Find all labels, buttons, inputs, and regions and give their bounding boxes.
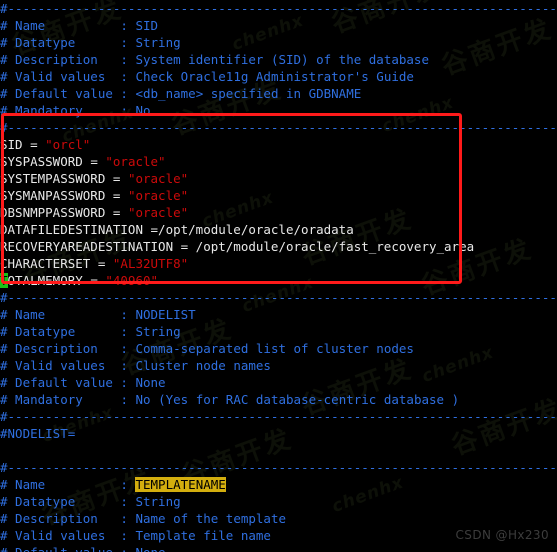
config-value: "oracle" <box>105 154 166 169</box>
comment-label: # Mandatory <box>0 392 83 407</box>
comment-separator-line: #---------------------------------------… <box>0 459 557 476</box>
comment-separator-line: #---------------------------------------… <box>0 408 557 425</box>
config-key: SYSTEMPASSWORD <box>0 171 106 186</box>
config-key: CHARACTERSET <box>0 256 91 271</box>
comment-line-mandatory: # Mandatory : No (Yes for RAC database-c… <box>0 392 460 407</box>
config-key: RECOVERYAREADESTINATION <box>0 239 174 254</box>
comment-label: # Description <box>0 341 98 356</box>
comment-line-valid-values: # Valid values : Check Oracle11g Adminis… <box>0 69 414 84</box>
comment-label: # Default value <box>0 545 113 552</box>
config-value: "orcl" <box>45 137 91 152</box>
comment-line-datatype: # Datatype : String <box>0 35 181 50</box>
comment-value: No (Yes for RAC database-centric databas… <box>135 392 460 407</box>
comment-line-default-value: # Default value : None <box>0 544 557 552</box>
comment-value: None <box>135 545 165 552</box>
config-key: OTALMEMORY <box>7 273 83 288</box>
config-line-sid[interactable]: SID = "orcl" <box>0 136 557 153</box>
config-value: "AL32UTF8" <box>112 256 189 271</box>
comment-line-datatype: # Datatype : String <box>0 494 181 509</box>
comment-label: # Valid values <box>0 69 106 84</box>
comment-line-description: # Description : Name of the template <box>0 511 286 526</box>
comment-label: # Datatype <box>0 35 76 50</box>
config-line-datafiledestination[interactable]: DATAFILEDESTINATION =/opt/module/oracle/… <box>0 221 557 238</box>
config-value: "40960" <box>105 273 159 288</box>
comment-line-name: # Name : SID <box>0 17 557 34</box>
config-line-characterset[interactable]: CHARACTERSET = "AL32UTF8" <box>0 255 557 272</box>
comment-label: # Default value <box>0 375 113 390</box>
comment-separator-line: #---------------------------------------… <box>0 0 557 17</box>
comment-value: System identifier (SID) of the database <box>135 52 429 67</box>
config-line-systempassword[interactable]: SYSTEMPASSWORD = "oracle" <box>0 170 557 187</box>
comment-value: <db_name> specified in GDBNAME <box>135 86 362 101</box>
comment-line-default-value: # Default value : <db_name> specified in… <box>0 86 362 101</box>
config-key: SID <box>0 137 23 152</box>
terminal-window: 谷商开发 chenhx 谷商开发 chenhx 谷商开发 chenhx 谷商开发… <box>0 0 557 552</box>
config-equals: = <box>22 137 46 152</box>
config-line-sysmanpassword[interactable]: SYSMANPASSWORD = "oracle" <box>0 187 557 204</box>
comment-value: SID <box>135 18 159 33</box>
comment-value: No <box>135 103 151 118</box>
comment-line-valid-values: # Valid values : Cluster node names <box>0 358 271 373</box>
comment-value: Cluster node names <box>135 358 271 373</box>
config-key: SYSMANPASSWORD <box>0 188 106 203</box>
config-line-recoveryareadestination[interactable]: RECOVERYAREADESTINATION = /opt/module/or… <box>0 238 557 255</box>
comment-value: Name of the template <box>135 511 286 526</box>
comment-line-description: # Description : System identifier (SID) … <box>0 52 429 67</box>
comment-value: NODELIST <box>135 307 196 322</box>
comment-label: # Datatype <box>0 494 76 509</box>
comment-label: # Valid values <box>0 358 106 373</box>
config-value: "oracle" <box>127 205 189 220</box>
comment-separator-line: #---------------------------------------… <box>0 119 557 136</box>
config-line-totalmemory[interactable]: TOTALMEMORY = "40960" <box>0 272 557 289</box>
comment-line-datatype: # Datatype : String <box>0 324 181 339</box>
comment-line-default-value: # Default value : None <box>0 375 166 390</box>
comment-line-name: # Name : NODELIST <box>0 307 196 322</box>
config-key: DBSNMPPASSWORD <box>0 205 106 220</box>
comment-label: # Valid values <box>0 528 106 543</box>
search-match-highlight: TEMPLATENAME <box>135 477 226 492</box>
comment-label: # Mandatory <box>0 103 83 118</box>
comment-value: String <box>135 494 181 509</box>
comment-value: String <box>135 324 181 339</box>
comment-label: # Name <box>0 307 46 322</box>
config-line-dbsnmppassword[interactable]: DBSNMPPASSWORD = "oracle" <box>0 204 557 221</box>
comment-value: Check Oracle11g Administrator's Guide <box>135 69 414 84</box>
comment-value: Comma-separated list of cluster nodes <box>135 341 414 356</box>
config-line-nodelist-commented[interactable]: #NODELIST= <box>0 425 557 442</box>
comment-label: # Name <box>0 18 46 33</box>
comment-label: # Description <box>0 511 98 526</box>
comment-label: # Default value <box>0 86 113 101</box>
comment-separator-line: #---------------------------------------… <box>0 289 557 306</box>
comment-label: # Description <box>0 52 98 67</box>
commented-config: #NODELIST= <box>0 426 76 441</box>
separator-text: #---------------------------------------… <box>0 1 557 16</box>
separator-text: #---------------------------------------… <box>0 460 557 475</box>
terminal-text-area[interactable]: #---------------------------------------… <box>0 0 557 552</box>
comment-colon: : <box>120 18 128 33</box>
config-value: "oracle" <box>127 171 189 186</box>
comment-label: # Datatype <box>0 324 76 339</box>
comment-label: # Name <box>0 477 46 492</box>
comment-value: Template file name <box>135 528 271 543</box>
separator-text: #---------------------------------------… <box>0 290 557 305</box>
comment-line-name: # Name : TEMPLATENAME <box>0 477 226 492</box>
config-value: = /opt/module/oracle/fast_recovery_area <box>173 239 475 254</box>
text-cursor: T <box>0 273 8 288</box>
config-key: DATAFILEDESTINATION <box>0 222 143 237</box>
config-value: =/opt/module/oracle/oradata <box>143 222 354 237</box>
csdn-watermark: CSDN @Hx230 <box>455 528 549 542</box>
separator-text: #---------------------------------------… <box>0 409 557 424</box>
comment-line-mandatory: # Mandatory : No <box>0 103 151 118</box>
separator-text: #---------------------------------------… <box>0 120 557 135</box>
comment-line-description: # Description : Comma-separated list of … <box>0 341 414 356</box>
config-value: "oracle" <box>127 188 189 203</box>
comment-value: None <box>135 375 166 390</box>
config-line-syspassword[interactable]: SYSPASSWORD = "oracle" <box>0 153 557 170</box>
comment-value: String <box>135 35 181 50</box>
config-key: SYSPASSWORD <box>0 154 83 169</box>
